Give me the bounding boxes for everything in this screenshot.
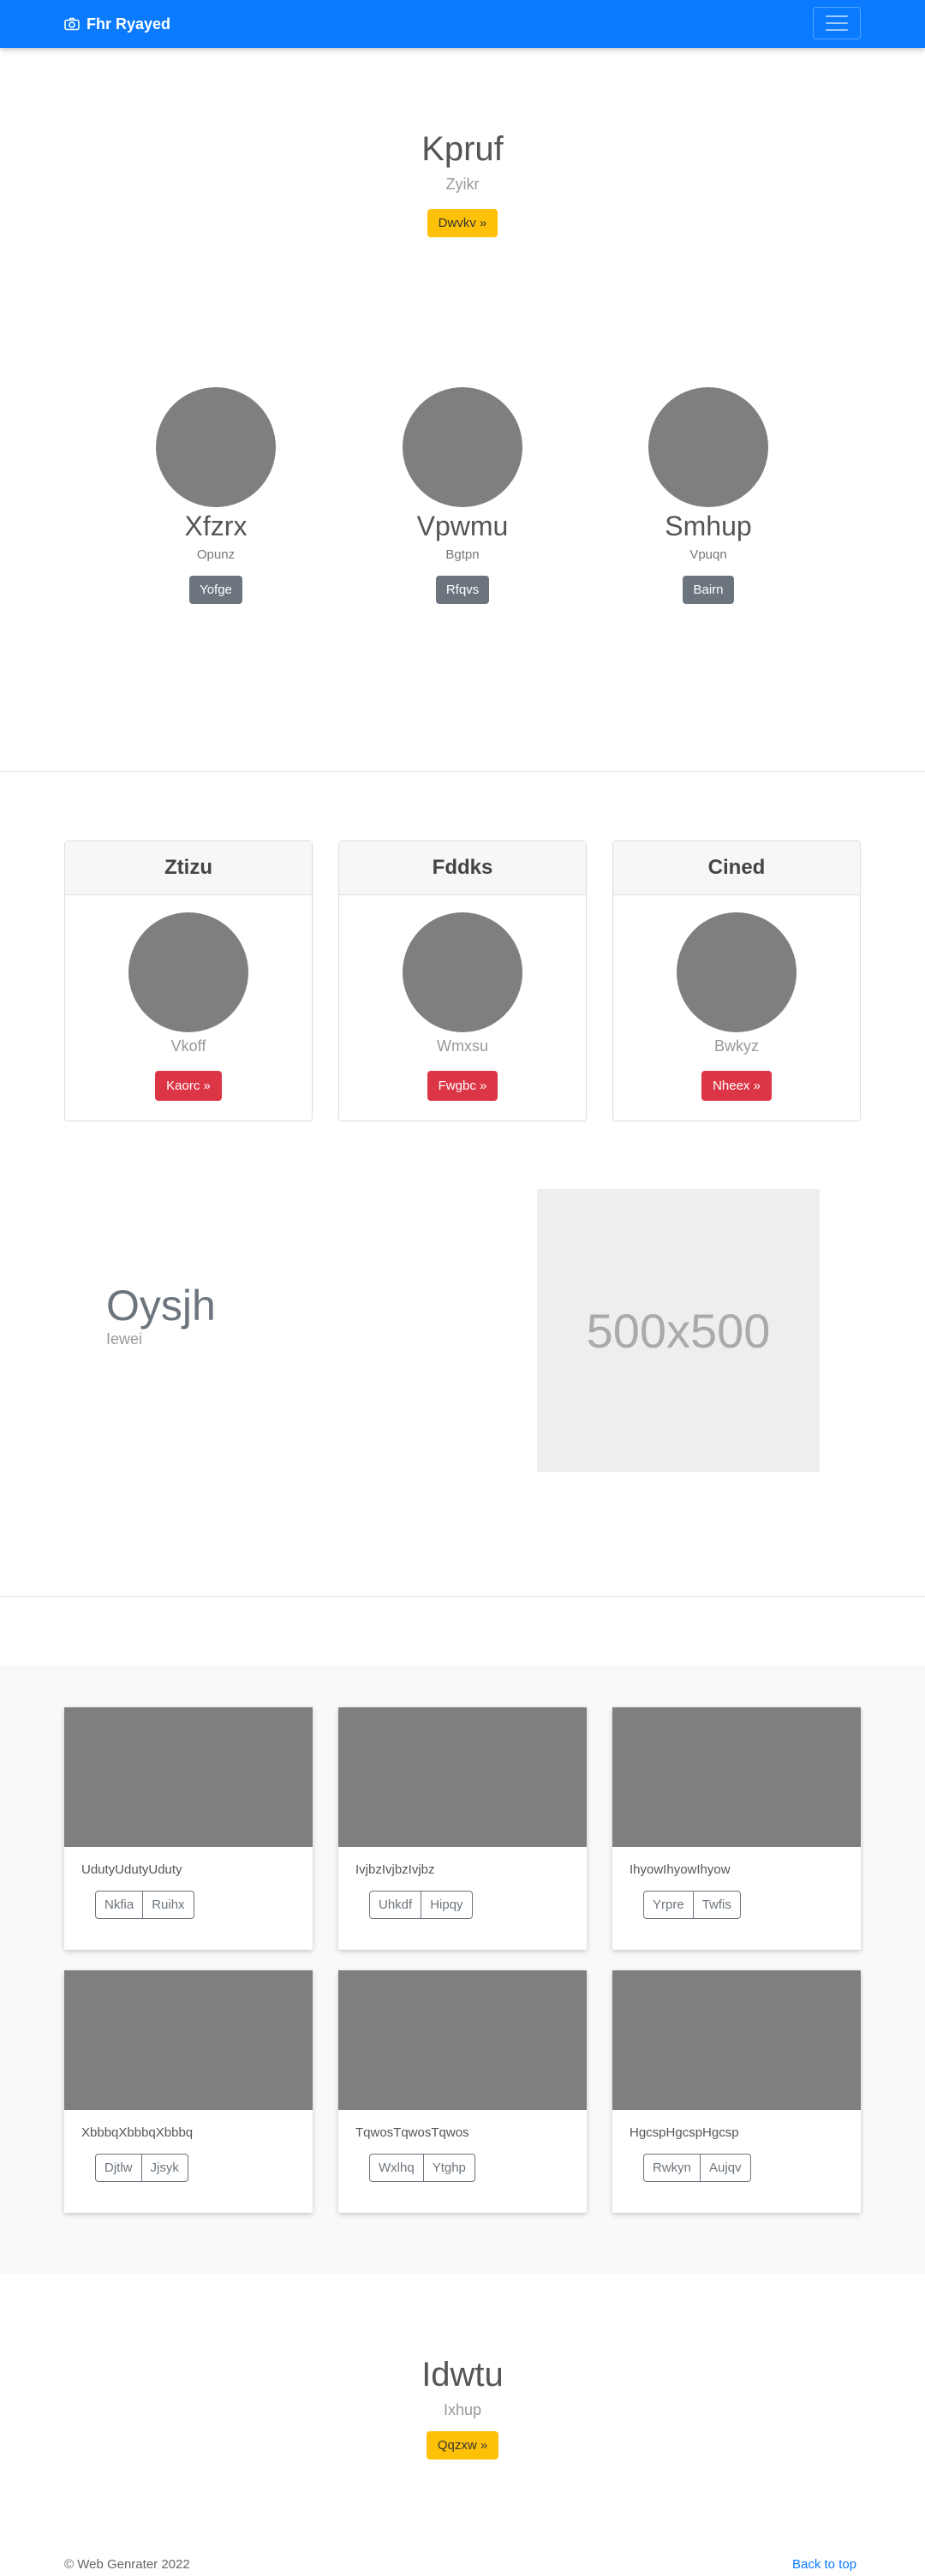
team-button[interactable]: Yofge xyxy=(189,576,242,604)
album-button-group: Wxlhq Ytghp xyxy=(369,2154,475,2182)
hero-button[interactable]: Dwvkv » xyxy=(427,209,498,237)
album-button[interactable]: Djtlw xyxy=(96,2155,141,2181)
feature-text: Oysjh Iewei xyxy=(106,1281,216,1348)
card-subtitle: Bwkyz xyxy=(713,1037,759,1055)
team-member: Xfzrx Opunz Yofge xyxy=(113,387,319,604)
navbar-toggler-button[interactable] xyxy=(813,7,861,39)
album-card: HgcspHgcspHgcsp Rwkyn Aujqv xyxy=(612,1970,861,2213)
hero-subtitle: Zyikr xyxy=(445,176,480,193)
album-card-text: TqwosTqwosTqwos xyxy=(355,2125,469,2140)
cta-button[interactable]: Qqzxw » xyxy=(426,2431,499,2459)
hero-section: Kpruf Zyikr Dwvkv » xyxy=(0,130,925,237)
image-placeholder-label: 500x500 xyxy=(586,1303,771,1358)
album-card-image xyxy=(338,1970,587,2110)
album-button[interactable]: Jjsyk xyxy=(140,2155,188,2181)
album-card-text: IhyowIhyowIhyow xyxy=(630,1862,731,1877)
album-button-group: Yrpre Twfis xyxy=(643,1891,741,1919)
brand-name: Fhr Ryayed xyxy=(87,15,171,33)
card: Fddks Wmxsu Fwgbc » xyxy=(338,840,587,1121)
album-button[interactable]: Nkfia xyxy=(96,1892,142,1918)
avatar xyxy=(156,387,276,507)
team-role: Bgtpn xyxy=(445,547,480,562)
album-card: IvjbzIvjbzIvjbz Uhkdf Hipqy xyxy=(338,1707,587,1950)
album-button[interactable]: Ruihx xyxy=(142,1892,193,1918)
card-subtitle: Wmxsu xyxy=(437,1037,488,1055)
card-header: Ztizu xyxy=(65,841,312,895)
album-card: TqwosTqwosTqwos Wxlhq Ytghp xyxy=(338,1970,587,2213)
cta-title: Idwtu xyxy=(421,2356,504,2394)
section-divider xyxy=(0,1596,925,1597)
album-button[interactable]: Hipqy xyxy=(421,1892,471,1918)
album-card-text: XbbbqXbbbqXbbbq xyxy=(81,2125,194,2140)
card-button[interactable]: Fwgbc » xyxy=(427,1071,498,1101)
footer-copyright: © Web Genrater 2022 xyxy=(64,2557,190,2572)
album-button[interactable]: Yrpre xyxy=(644,1892,693,1918)
album-button-group: Rwkyn Aujqv xyxy=(643,2154,751,2182)
album-button[interactable]: Twfis xyxy=(692,1892,740,1918)
album-card-image xyxy=(612,1707,861,1847)
team-button[interactable]: Bairn xyxy=(683,576,734,604)
card-header: Fddks xyxy=(339,841,586,895)
back-to-top-link[interactable]: Back to top xyxy=(792,2557,856,2572)
album-card-image xyxy=(64,1707,313,1847)
card-header: Cined xyxy=(613,841,860,895)
album-card-image xyxy=(338,1707,587,1847)
team-member: Smhup Vpuqn Bairn xyxy=(606,387,811,604)
album-card-image xyxy=(64,1970,313,2110)
team-role: Opunz xyxy=(196,547,236,562)
album-button-group: Nkfia Ruihx xyxy=(95,1891,194,1919)
album-card-text: UdutyUdutyUduty xyxy=(81,1862,182,1877)
album-button-group: Uhkdf Hipqy xyxy=(369,1891,473,1919)
album-button-group: Djtlw Jjsyk xyxy=(95,2154,188,2182)
hero-title: Kpruf xyxy=(421,130,504,168)
brand-link[interactable]: Fhr Ryayed xyxy=(64,0,170,48)
card-subtitle: Vkoff xyxy=(170,1037,206,1055)
album-button[interactable]: Aujqv xyxy=(700,2155,750,2181)
album-button[interactable]: Ytghp xyxy=(422,2155,474,2181)
feature-subtitle: Iewei xyxy=(106,1330,143,1348)
card-button[interactable]: Kaorc » xyxy=(155,1071,222,1101)
card-button[interactable]: Nheex » xyxy=(701,1071,772,1101)
navbar: Fhr Ryayed xyxy=(0,0,925,48)
album-button[interactable]: Uhkdf xyxy=(370,1892,421,1918)
cta-section: Idwtu Ixhup Qqzxw » xyxy=(0,2356,925,2459)
team-role: Vpuqn xyxy=(689,547,727,562)
feature-title: Oysjh xyxy=(106,1282,216,1330)
album-card-image xyxy=(612,1970,861,2110)
camera-icon xyxy=(64,17,80,31)
team-name: Vpwmu xyxy=(416,511,509,541)
album-card-text: IvjbzIvjbzIvjbz xyxy=(355,1862,435,1877)
team-button[interactable]: Rfqvs xyxy=(435,576,490,604)
cta-subtitle: Ixhup xyxy=(443,2401,482,2418)
album-button[interactable]: Wxlhq xyxy=(370,2155,423,2181)
card-image xyxy=(128,912,248,1032)
hamburger-icon xyxy=(826,15,848,17)
album-section: UdutyUdutyUduty Nkfia Ruihx IvjbzIvjbzIv… xyxy=(0,1665,925,2274)
team-name: Xfzrx xyxy=(184,511,248,541)
card-image xyxy=(403,912,522,1032)
avatar xyxy=(648,387,768,507)
feature-image: 500x500 xyxy=(537,1189,820,1472)
album-card: UdutyUdutyUduty Nkfia Ruihx xyxy=(64,1707,313,1950)
card-image xyxy=(677,912,797,1032)
album-card: XbbbqXbbbqXbbbq Djtlw Jjsyk xyxy=(64,1970,313,2213)
team-member: Vpwmu Bgtpn Rfqvs xyxy=(360,387,565,604)
team-name: Smhup xyxy=(665,511,752,541)
album-button[interactable]: Rwkyn xyxy=(644,2155,700,2181)
album-card: IhyowIhyowIhyow Yrpre Twfis xyxy=(612,1707,861,1950)
album-card-text: HgcspHgcspHgcsp xyxy=(630,2125,739,2140)
avatar xyxy=(403,387,522,507)
card: Cined Bwkyz Nheex » xyxy=(612,840,861,1121)
card: Ztizu Vkoff Kaorc » xyxy=(64,840,313,1121)
section-divider xyxy=(0,771,925,772)
